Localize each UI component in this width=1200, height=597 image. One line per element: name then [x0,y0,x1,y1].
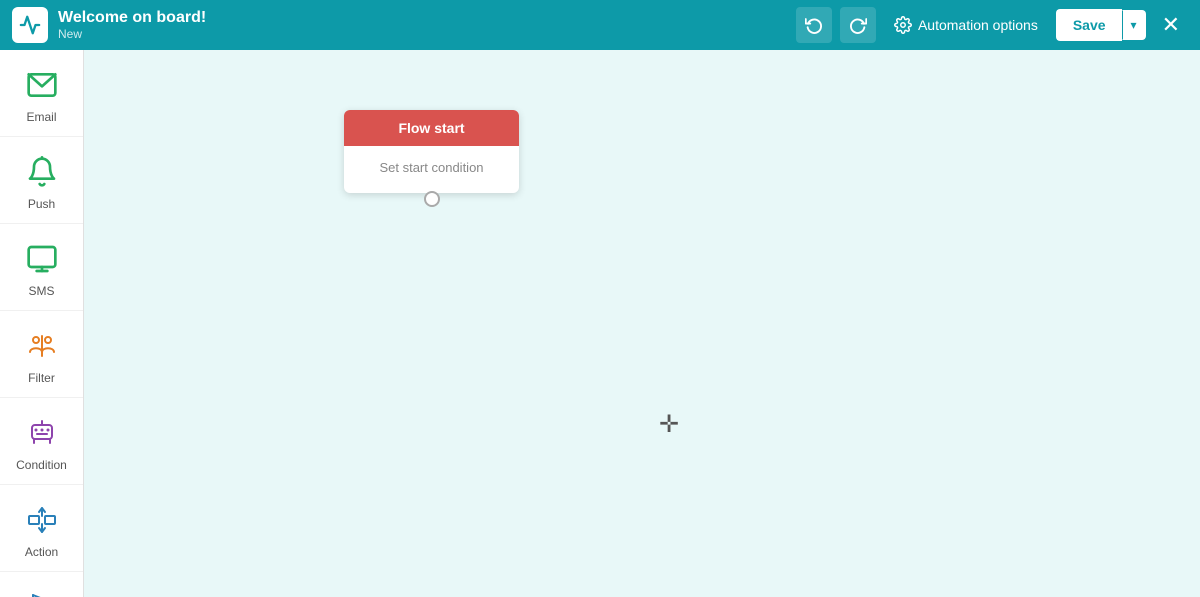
email-icon [23,66,61,104]
page-subtitle: New [58,27,786,41]
move-cursor-icon: ✛ [659,410,679,439]
undo-button[interactable] [796,7,832,43]
sidebar-item-action[interactable]: Action [0,485,83,572]
header: Welcome on board! New Automation options… [0,0,1200,50]
condition-icon [23,414,61,452]
header-actions: Automation options Save ▾ ✕ [796,7,1188,43]
app-logo [12,7,48,43]
header-title-group: Welcome on board! New [58,9,786,41]
sidebar-item-condition[interactable]: Condition [0,398,83,485]
redo-button[interactable] [840,7,876,43]
sidebar-item-filter-label: Filter [28,371,55,385]
canvas[interactable]: Flow start Set start condition ✛ [84,50,1200,597]
sidebar-item-filter[interactable]: Filter [0,311,83,398]
main-layout: Email Push SMS [0,50,1200,597]
close-button[interactable]: ✕ [1154,8,1188,42]
sidebar-item-action-label: Action [25,545,58,559]
goal-icon [23,588,61,597]
push-icon [23,153,61,191]
flow-node-header: Flow start [344,110,519,146]
save-button[interactable]: Save [1056,9,1122,41]
sidebar-item-condition-label: Condition [16,458,67,472]
page-title: Welcome on board! [58,9,786,27]
flow-start-node[interactable]: Flow start Set start condition [344,110,519,193]
save-dropdown-button[interactable]: ▾ [1122,10,1146,40]
sms-icon [23,240,61,278]
filter-icon [23,327,61,365]
action-icon [23,501,61,539]
sidebar-item-sms[interactable]: SMS [0,224,83,311]
sidebar-item-sms-label: SMS [28,284,54,298]
save-group: Save ▾ [1056,9,1146,41]
sidebar-item-email[interactable]: Email [0,50,83,137]
sidebar: Email Push SMS [0,50,84,597]
sidebar-item-push[interactable]: Push [0,137,83,224]
sidebar-item-push-label: Push [28,197,55,211]
flow-node-connector[interactable] [424,191,440,207]
automation-options-button[interactable]: Automation options [884,10,1048,40]
sidebar-item-goal[interactable]: Goal [0,572,83,597]
automation-options-label: Automation options [918,17,1038,33]
flow-node-body[interactable]: Set start condition [344,146,519,193]
sidebar-item-email-label: Email [26,110,56,124]
